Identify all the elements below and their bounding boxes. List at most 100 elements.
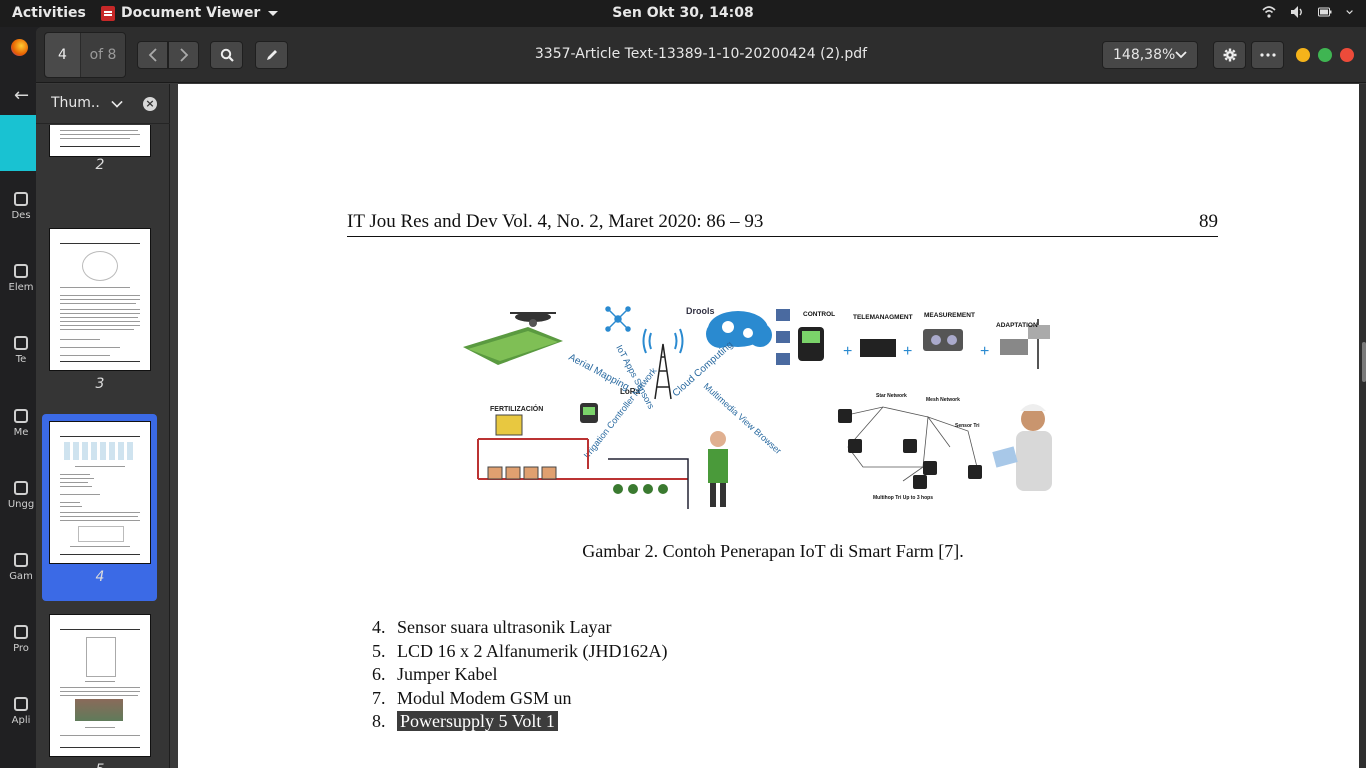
chevron-down-icon xyxy=(268,10,279,16)
pencil-icon xyxy=(266,50,277,60)
sidebar-mode-selector[interactable]: Thum... xyxy=(51,95,101,111)
chevron-down-icon[interactable] xyxy=(111,96,123,108)
firefox-icon[interactable] xyxy=(11,39,28,56)
next-page-button[interactable] xyxy=(168,41,199,69)
star-network-label: Star Network xyxy=(876,393,907,399)
page-number: 89 xyxy=(1199,211,1218,232)
list-item-selected[interactable]: 8. Powersupply 5 Volt 1 xyxy=(372,710,667,734)
thumbnail-figure xyxy=(64,442,136,460)
activities-button[interactable]: Activities xyxy=(12,5,86,21)
previous-page-button[interactable] xyxy=(137,41,168,69)
document-view[interactable]: IT Jou Res and Dev Vol. 4, No. 2, Maret … xyxy=(178,84,1366,768)
cloud-computing-label: Cloud Computing xyxy=(671,339,736,399)
page-thumbnail-4[interactable] xyxy=(49,421,151,564)
document-viewer-window: 4 of 8 3357-Article Text-13389-1-10-2020… xyxy=(36,27,1366,768)
list-item: 5. LCD 16 x 2 Alfanumerik (JHD162A) xyxy=(372,640,668,661)
thumbnail-figure xyxy=(82,251,118,281)
power-menu-icon xyxy=(1346,10,1353,15)
minimize-button[interactable] xyxy=(1296,48,1310,62)
sensor-tri-label: Sensor Tri xyxy=(955,423,980,429)
close-sidebar-icon[interactable]: × xyxy=(143,97,157,111)
list-item: 7. Modul Modem GSM un xyxy=(372,687,572,708)
page-thumbnail-2[interactable] xyxy=(49,125,151,157)
thumbnail-sidebar: Thum... × 2 3 4 xyxy=(36,84,170,768)
heart-icon xyxy=(14,264,28,278)
cloud-upload-icon xyxy=(14,481,28,495)
more-icon xyxy=(1259,53,1276,57)
list-item: 4. Sensor suara ultrasonik Layar xyxy=(372,617,612,637)
thumbnail-label: 3 xyxy=(95,376,105,392)
zoom-level: 148,38% xyxy=(1113,47,1176,63)
search-icon xyxy=(220,48,234,62)
brand-label: Drools xyxy=(686,306,715,316)
monitor-device-icon xyxy=(580,403,598,423)
sensor-node-icons xyxy=(838,409,982,489)
thumbnail-photo xyxy=(75,699,123,721)
control-label: CONTROL xyxy=(803,311,835,318)
list-item: 6. Jumper Kabel xyxy=(372,664,498,684)
page-number-entry[interactable]: 4 of 8 xyxy=(44,32,126,78)
pdf-app-icon xyxy=(101,5,115,21)
meters-icon xyxy=(923,329,963,351)
sidebar-header: Thum... × xyxy=(36,84,170,124)
wifi-icon xyxy=(1262,6,1276,18)
header-bar: 4 of 8 3357-Article Text-13389-1-10-2020… xyxy=(36,27,1366,83)
iot-smart-farm-figure: LoRa Drools Aerial Mapping IoT Apps Sens… xyxy=(463,306,1052,509)
farmer-icon xyxy=(708,431,728,507)
current-page-field[interactable]: 4 xyxy=(45,33,81,77)
thumbnail-flowchart xyxy=(86,637,116,677)
component-list: 4. Sensor suara ultrasonik Layar 5. LCD 16… xyxy=(372,616,667,734)
mesh-network-label: Mesh Network xyxy=(926,397,960,403)
plus-icon: + xyxy=(843,343,852,360)
fertilization-label: FERTILIZACIÓN xyxy=(490,404,543,413)
close-button[interactable] xyxy=(1340,48,1354,62)
text-icon xyxy=(14,336,28,350)
system-tray[interactable] xyxy=(1262,5,1356,19)
chevron-left-icon xyxy=(148,48,157,62)
app-menu[interactable]: Document Viewer xyxy=(101,5,279,21)
thumbnail-label: 5 xyxy=(36,762,164,768)
design-icon xyxy=(14,192,28,206)
figure-caption: Gambar 2. Contoh Penerapan IoT di Smart … xyxy=(582,541,964,561)
media-icon xyxy=(14,409,28,423)
folder-icon xyxy=(14,625,28,639)
clock[interactable]: Sen Okt 30, 14:08 xyxy=(612,5,753,21)
draw-icon xyxy=(14,553,28,567)
top-bar: Activities Document Viewer Sen Okt 30, 1… xyxy=(0,0,1366,27)
battery-icon xyxy=(1318,7,1332,17)
cloud-icon xyxy=(706,311,772,348)
page-thumbnail-5[interactable] xyxy=(49,614,151,757)
multihop-label: Multihop Tri Up to 3 hops xyxy=(873,495,933,501)
plus-icon: + xyxy=(980,343,989,360)
irrigation-system-icon xyxy=(477,414,689,509)
maximize-button[interactable] xyxy=(1318,48,1332,62)
plus-icon: + xyxy=(903,343,912,360)
page-total-label: of 8 xyxy=(89,47,117,63)
thumbnail-label: 4 xyxy=(95,569,105,585)
settings-button[interactable] xyxy=(1213,41,1246,69)
iot-sensors-icon xyxy=(605,306,631,332)
thumbnail-figure xyxy=(78,526,124,542)
running-header: IT Jou Res and Dev Vol. 4, No. 2, Maret … xyxy=(347,211,1218,237)
annotate-button[interactable] xyxy=(255,41,288,69)
adaptation-label: ADAPTATION xyxy=(996,322,1038,329)
journal-citation: IT Jou Res and Dev Vol. 4, No. 2, Maret … xyxy=(347,211,764,232)
grid-icon xyxy=(14,697,28,711)
app-name: Document Viewer xyxy=(121,5,261,21)
zoom-dropdown[interactable]: 148,38% xyxy=(1102,41,1198,69)
pdf-page[interactable]: IT Jou Res and Dev Vol. 4, No. 2, Maret … xyxy=(178,84,1359,768)
volume-icon xyxy=(1291,6,1302,18)
thumbnail-list[interactable]: 2 3 4 xyxy=(36,125,170,768)
chevron-right-icon xyxy=(179,48,188,62)
page-thumbnail-3[interactable] xyxy=(49,228,151,371)
worker-photo xyxy=(992,404,1052,491)
document-title: 3357-Article Text-13389-1-10-20200424 (2… xyxy=(534,46,868,62)
back-arrow-icon[interactable]: ← xyxy=(14,85,29,106)
chevron-down-icon xyxy=(1175,51,1187,59)
document-scrollbar[interactable] xyxy=(1362,342,1366,382)
more-menu-button[interactable] xyxy=(1251,41,1284,69)
measurement-label: MEASUREMENT xyxy=(924,312,975,319)
selected-text[interactable]: Powersupply 5 Volt 1 xyxy=(397,711,558,731)
telemanagement-label: TELEMANAGMENT xyxy=(853,314,913,321)
search-button[interactable] xyxy=(210,41,243,69)
